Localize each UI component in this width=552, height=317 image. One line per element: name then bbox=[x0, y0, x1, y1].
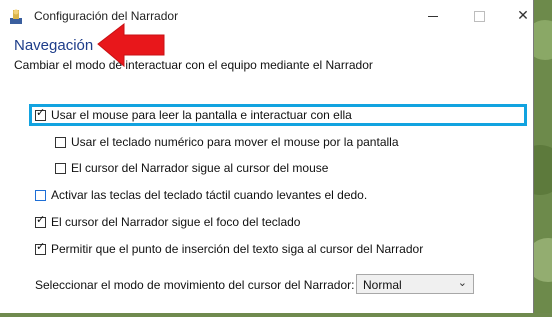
checkmark-icon: ✓ bbox=[36, 240, 46, 253]
checkbox-box[interactable] bbox=[55, 136, 66, 148]
checkbox-label: Activar las teclas del teclado táctil cu… bbox=[51, 188, 368, 202]
checkbox-insertion-point[interactable]: ✓ Permitir que el punto de inserción del… bbox=[35, 240, 424, 256]
checkmark-icon: ✓ bbox=[36, 213, 46, 226]
minimize-icon bbox=[428, 15, 438, 17]
chevron-down-icon: ⌄ bbox=[457, 276, 467, 289]
cursor-mode-dropdown[interactable]: Normal ⌄ bbox=[356, 274, 474, 294]
minimize-button[interactable] bbox=[410, 0, 456, 32]
maximize-icon bbox=[473, 10, 485, 22]
window-title: Configuración del Narrador bbox=[34, 9, 179, 23]
annotation-arrow-icon bbox=[96, 22, 166, 72]
narrator-app-icon bbox=[8, 8, 26, 26]
checkbox-cursor-follows-focus[interactable]: ✓ El cursor del Narrador sigue el foco d… bbox=[35, 213, 301, 229]
checkbox-label: El cursor del Narrador sigue al cursor d… bbox=[71, 161, 329, 175]
cursor-mode-label: Seleccionar el modo de movimiento del cu… bbox=[35, 278, 355, 292]
checkbox-numeric-keypad[interactable]: Usar el teclado numérico para mover el m… bbox=[55, 135, 399, 149]
page-title: Navegación bbox=[14, 37, 94, 54]
page-subtitle: Cambiar el modo de interactuar con el eq… bbox=[14, 58, 373, 72]
checkbox-box[interactable]: ✓ bbox=[35, 240, 46, 255]
checkbox-label: Permitir que el punto de inserción del t… bbox=[51, 242, 424, 256]
checkbox-box[interactable] bbox=[55, 162, 66, 174]
checkmark-icon: ✓ bbox=[36, 106, 46, 119]
checkbox-cursor-follows-mouse[interactable]: El cursor del Narrador sigue al cursor d… bbox=[55, 161, 328, 175]
close-button[interactable]: ✕ bbox=[500, 0, 546, 32]
checkbox-label: El cursor del Narrador sigue el foco del… bbox=[51, 215, 301, 229]
checkbox-label: Usar el teclado numérico para mover el m… bbox=[71, 135, 399, 149]
checkbox-box[interactable]: ✓ bbox=[35, 213, 46, 228]
cursor-mode-value: Normal bbox=[363, 278, 402, 292]
narrator-settings-window: Configuración del Narrador ✕ Navegación … bbox=[0, 0, 534, 313]
title-bar: Configuración del Narrador ✕ bbox=[0, 0, 533, 32]
checkbox-touch-keyboard[interactable]: Activar las teclas del teclado táctil cu… bbox=[35, 188, 367, 202]
checkbox-use-mouse[interactable]: ✓ Usar el mouse para leer la pantalla e … bbox=[35, 106, 352, 122]
checkbox-box[interactable] bbox=[35, 189, 46, 201]
maximize-button[interactable] bbox=[456, 0, 502, 32]
checkbox-box[interactable]: ✓ bbox=[35, 106, 46, 121]
checkbox-label: Usar el mouse para leer la pantalla e in… bbox=[51, 108, 352, 122]
close-icon: ✕ bbox=[517, 8, 529, 24]
